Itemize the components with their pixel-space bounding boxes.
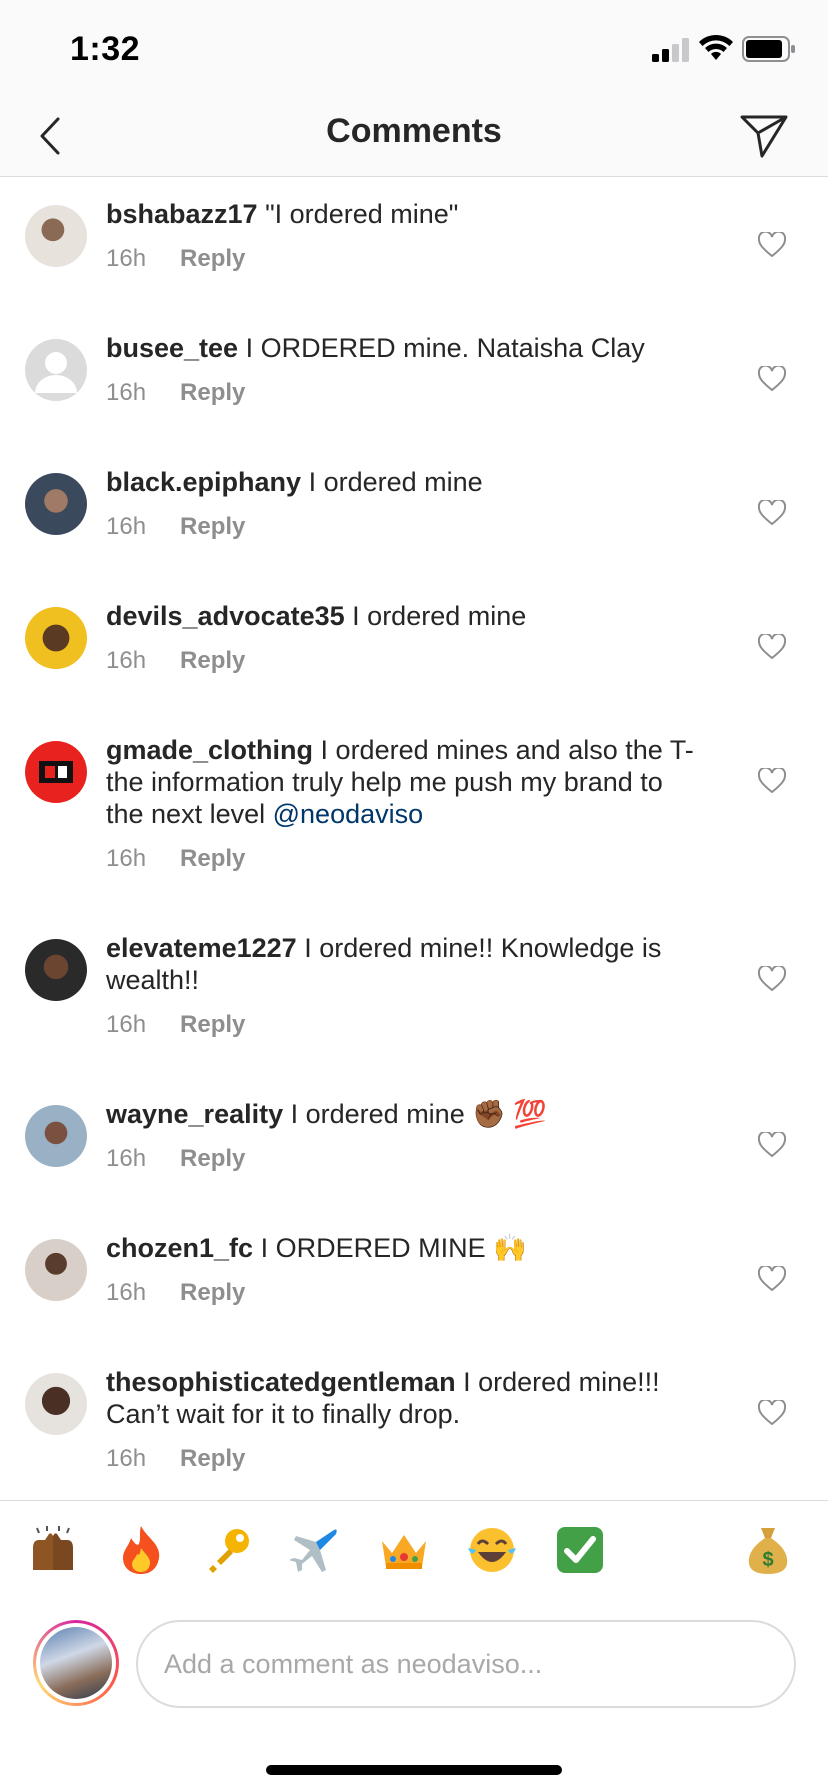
emoji-raised-hands[interactable]: [23, 1520, 83, 1580]
comment-time: 16h: [106, 513, 147, 540]
share-button[interactable]: [736, 108, 792, 164]
reply-button[interactable]: Reply: [180, 1279, 245, 1307]
comment-username[interactable]: chozen1_fc: [106, 1233, 253, 1263]
reply-button[interactable]: Reply: [180, 1145, 245, 1173]
comment-time: 16h: [106, 845, 147, 872]
comment-meta: 16h Reply: [106, 1279, 245, 1307]
reply-button[interactable]: Reply: [180, 1445, 245, 1473]
avatar[interactable]: [25, 1373, 87, 1435]
battery-icon: [742, 36, 795, 62]
comment-body: I ORDERED MINE 🙌: [260, 1233, 527, 1263]
status-bar: 1:32: [0, 0, 828, 100]
comment-meta: 16h Reply: [106, 647, 245, 675]
heart-icon[interactable]: [758, 1132, 786, 1158]
comment-time: 16h: [106, 1145, 147, 1172]
nav-bar: Comments: [0, 100, 828, 177]
heart-icon[interactable]: [758, 232, 786, 258]
comment-meta: 16h Reply: [106, 245, 245, 273]
my-avatar[interactable]: [33, 1620, 119, 1706]
reply-button[interactable]: Reply: [180, 245, 245, 273]
avatar[interactable]: [25, 607, 87, 669]
status-time: 1:32: [70, 30, 141, 68]
comment-body: I ORDERED mine. Nataisha Clay: [245, 333, 645, 363]
comment-body: I ordered mine ✊🏾 💯: [290, 1099, 547, 1129]
cellular-signal-icon: [652, 38, 689, 62]
emoji-tears-of-joy[interactable]: [462, 1520, 522, 1580]
emoji-fire[interactable]: [111, 1520, 171, 1580]
comment-username[interactable]: black.epiphany: [106, 467, 301, 497]
airplane-icon: [290, 1529, 337, 1572]
default-avatar-icon: [35, 352, 77, 393]
comment-body: "I ordered mine": [265, 199, 459, 229]
wifi-icon: [699, 34, 733, 60]
avatar[interactable]: [25, 473, 87, 535]
comment-username[interactable]: elevateme1227: [106, 933, 297, 963]
comment-body: I ordered mine: [308, 467, 483, 497]
comment-time: 16h: [106, 647, 147, 674]
crown-icon: [382, 1535, 426, 1569]
heart-icon[interactable]: [758, 366, 786, 392]
comment-meta: 16h Reply: [106, 1145, 245, 1173]
heart-icon[interactable]: [758, 966, 786, 992]
raised-hands-icon: [33, 1526, 73, 1570]
reply-button[interactable]: Reply: [180, 845, 245, 873]
reply-button[interactable]: Reply: [180, 379, 245, 407]
comment-username[interactable]: gmade_clothing: [106, 735, 313, 765]
comment-username[interactable]: busee_tee: [106, 333, 238, 363]
comment-username[interactable]: devils_advocate35: [106, 601, 345, 631]
home-indicator[interactable]: [266, 1765, 562, 1775]
avatar[interactable]: [25, 741, 87, 803]
avatar-image: [40, 1627, 112, 1699]
paper-plane-icon: [740, 115, 788, 158]
key-icon: [209, 1529, 249, 1573]
heart-icon[interactable]: [758, 1266, 786, 1292]
emoji-crown[interactable]: [374, 1520, 434, 1580]
comment-meta: 16h Reply: [106, 513, 245, 541]
comment-body: I ordered mine: [352, 601, 527, 631]
comment-meta: 16h Reply: [106, 845, 245, 873]
avatar[interactable]: [25, 939, 87, 1001]
comment-meta: 16h Reply: [106, 1445, 245, 1473]
emoji-airplane[interactable]: [286, 1520, 346, 1580]
reply-button[interactable]: Reply: [180, 1011, 245, 1039]
comment-meta: 16h Reply: [106, 379, 245, 407]
comment-composer: [0, 1612, 828, 1712]
money-bag-icon: $: [748, 1528, 788, 1574]
comment-time: 16h: [106, 1445, 147, 1472]
comment-username[interactable]: wayne_reality: [106, 1099, 283, 1129]
mention-link[interactable]: @neodaviso: [273, 799, 424, 829]
heart-icon[interactable]: [758, 634, 786, 660]
emoji-bar: $: [0, 1520, 828, 1590]
comment-time: 16h: [106, 1011, 147, 1038]
svg-text:$: $: [762, 1549, 773, 1571]
page-title: Comments: [326, 112, 502, 150]
comment-time: 16h: [106, 245, 147, 272]
comment-username[interactable]: bshabazz17: [106, 199, 258, 229]
avatar[interactable]: [25, 205, 87, 267]
avatar[interactable]: [25, 1239, 87, 1301]
heart-icon[interactable]: [758, 500, 786, 526]
check-mark-icon: [557, 1527, 603, 1573]
comment-time: 16h: [106, 1279, 147, 1306]
heart-icon[interactable]: [758, 768, 786, 794]
comment-username[interactable]: thesophisticatedgentleman: [106, 1367, 456, 1397]
tears-of-joy-icon: [468, 1528, 516, 1572]
comment-input[interactable]: [136, 1620, 796, 1708]
heart-icon[interactable]: [758, 1400, 786, 1426]
reply-button[interactable]: Reply: [180, 647, 245, 675]
avatar[interactable]: [25, 339, 87, 401]
comment-list: bshabazz17 "I ordered mine" 16h Reply bus…: [0, 178, 828, 1500]
divider: [0, 1500, 828, 1501]
emoji-check-mark[interactable]: [550, 1520, 610, 1580]
comment-meta: 16h Reply: [106, 1011, 245, 1039]
comment-time: 16h: [106, 379, 147, 406]
emoji-money-bag[interactable]: $: [738, 1520, 798, 1580]
fire-icon: [123, 1526, 160, 1574]
reply-button[interactable]: Reply: [180, 513, 245, 541]
emoji-key[interactable]: [198, 1520, 258, 1580]
avatar[interactable]: [25, 1105, 87, 1167]
brand-logo-icon: [39, 761, 73, 783]
